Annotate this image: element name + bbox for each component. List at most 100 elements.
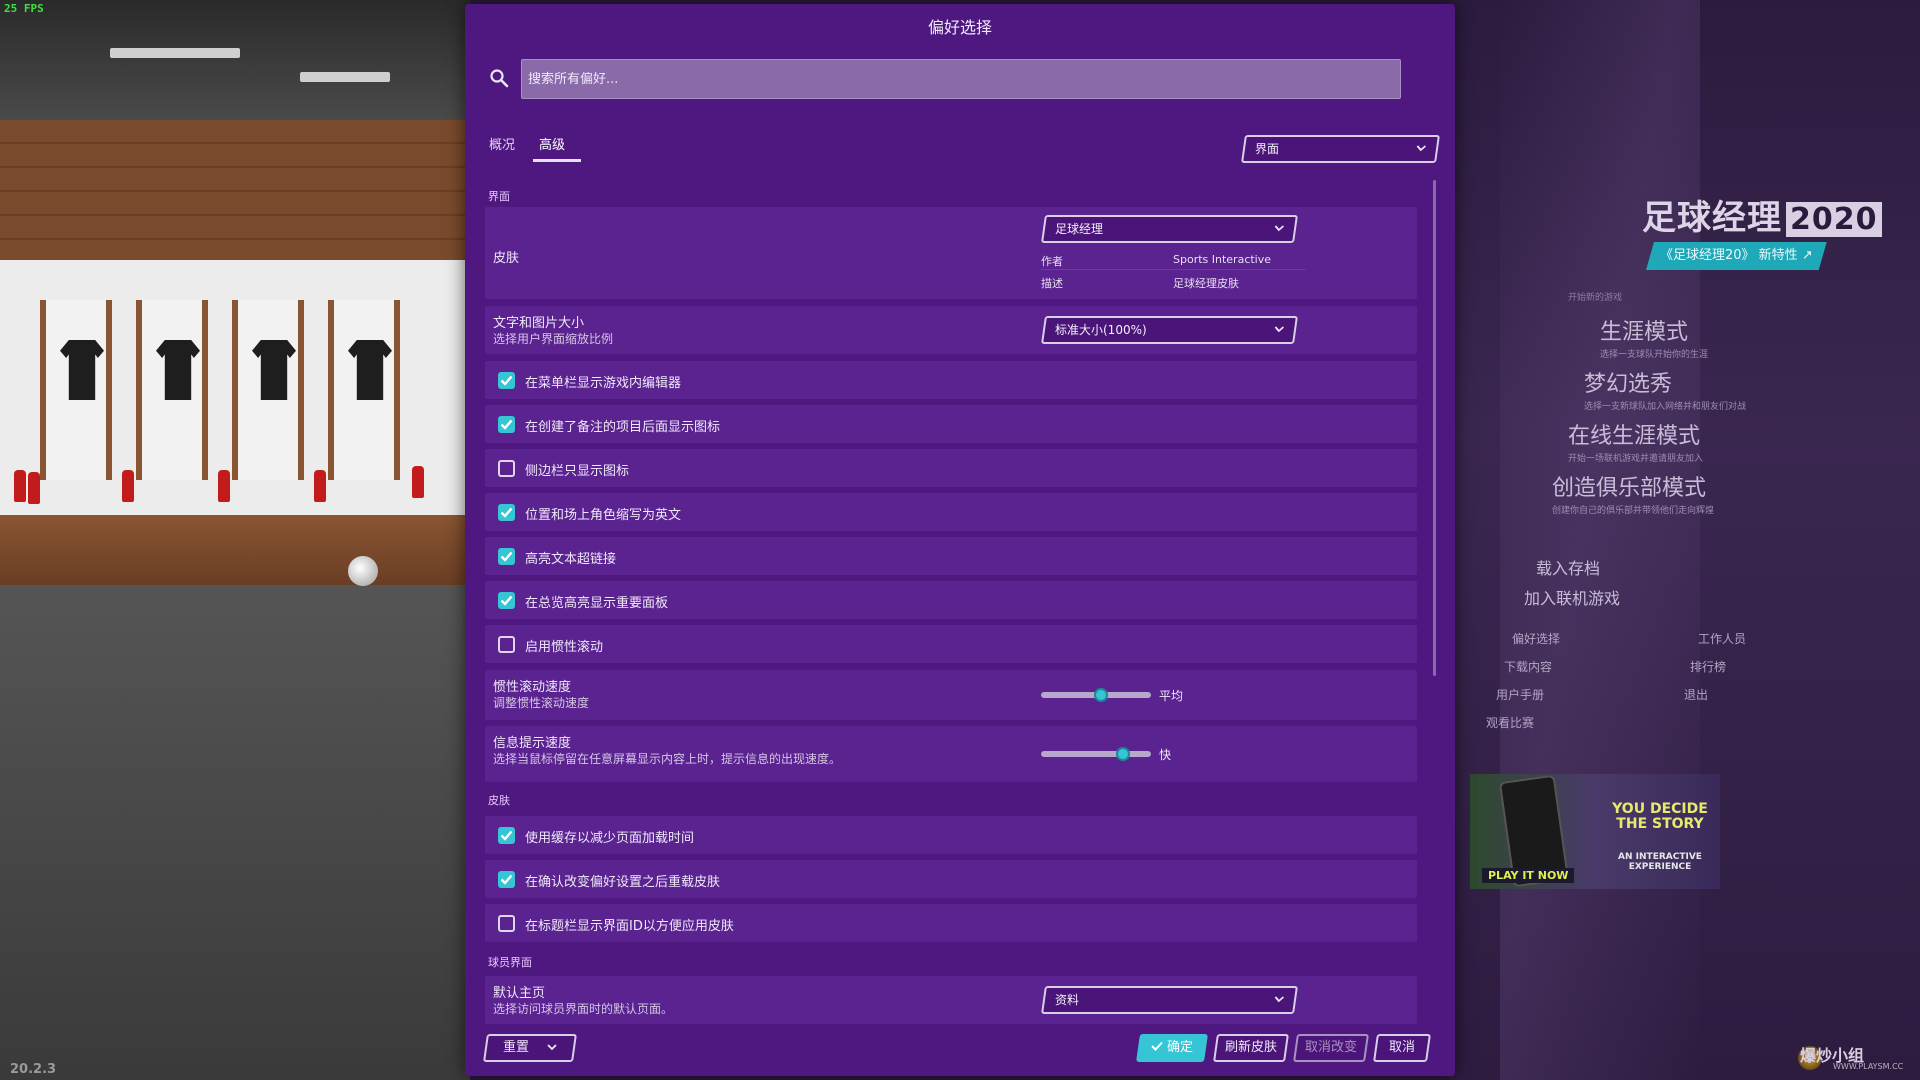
menu-mode-create-club[interactable]: 创造俱乐部模式 创建你自己的俱乐部并带领他们走向辉煌	[1552, 470, 1714, 516]
refresh-skin-button[interactable]: 刷新皮肤	[1213, 1034, 1289, 1062]
menu-preferences[interactable]: 偏好选择	[1512, 630, 1560, 647]
default-home-subtitle: 选择访问球员界面时的默认页面。	[493, 1002, 674, 1016]
promo-subtitle: AN INTERACTIVE EXPERIENCE	[1618, 852, 1702, 872]
menu-load-game[interactable]: 载入存档	[1536, 555, 1600, 579]
checkbox-checked[interactable]	[498, 504, 515, 521]
confirm-button[interactable]: 确定	[1136, 1034, 1208, 1062]
whats-new-button[interactable]: 《足球经理20》 新特性 ↗	[1646, 242, 1827, 270]
floor	[0, 585, 470, 1080]
checkbox-unchecked[interactable]	[498, 915, 515, 932]
skin-author-value: Sports Interactive	[1173, 253, 1272, 266]
mode-subtitle: 开始一场联机游戏并邀请朋友加入	[1568, 454, 1704, 464]
tab-active-indicator	[533, 159, 581, 162]
category-select-value: 界面	[1255, 142, 1280, 156]
skin-row-title: 皮肤	[493, 251, 520, 266]
bottle	[412, 466, 424, 498]
mode-subtitle: 选择一支球队开始你的生涯	[1600, 350, 1709, 360]
checkbox-checked[interactable]	[498, 416, 515, 433]
menu-staff[interactable]: 工作人员	[1698, 630, 1746, 647]
cancel-changes-label: 取消改变	[1304, 1040, 1357, 1055]
menu-join-online[interactable]: 加入联机游戏	[1524, 585, 1620, 609]
tab-overview[interactable]: 概况	[489, 134, 515, 153]
slider-thumb[interactable]	[1116, 747, 1130, 761]
checkbox-row[interactable]: 在总览高亮显示重要面板	[485, 581, 1417, 619]
locker	[232, 300, 304, 480]
inertia-speed-slider[interactable]	[1041, 688, 1151, 702]
locker	[40, 300, 112, 480]
section-label-skin: 皮肤	[488, 794, 510, 807]
checkbox-row[interactable]: 在菜单栏显示游戏内编辑器	[485, 361, 1417, 399]
cancel-button[interactable]: 取消	[1373, 1034, 1431, 1062]
checkbox-row[interactable]: 启用惯性滚动	[485, 625, 1417, 663]
promo-cta: PLAY IT NOW	[1482, 868, 1575, 883]
fps-counter: 25 FPS	[4, 2, 44, 15]
scrollbar[interactable]	[1433, 180, 1436, 676]
category-select[interactable]: 界面	[1241, 135, 1440, 163]
menu-mode-online-career[interactable]: 在线生涯模式 开始一场联机游戏并邀请朋友加入	[1568, 418, 1703, 464]
checkbox-row[interactable]: 位置和场上角色缩写为英文	[485, 493, 1417, 531]
slider-thumb[interactable]	[1094, 688, 1108, 702]
confirm-label: 确定	[1167, 1040, 1194, 1055]
checkbox-checked[interactable]	[498, 548, 515, 565]
menu-mode-fantasy-draft[interactable]: 梦幻选秀 选择一支新球队加入网络并和朋友们对战	[1584, 366, 1746, 412]
locker	[328, 300, 400, 480]
checkbox-label: 使用缓存以减少页面加载时间	[525, 831, 695, 846]
chevron-down-icon	[1414, 137, 1427, 161]
promo-headline: YOU DECIDE THE STORY	[1612, 801, 1708, 832]
checkbox-checked[interactable]	[498, 592, 515, 609]
menu-manual[interactable]: 用户手册	[1496, 686, 1544, 703]
wood-wall	[0, 120, 470, 260]
checkbox-checked[interactable]	[498, 372, 515, 389]
promo-banner[interactable]: PLAY IT NOW YOU DECIDE THE STORY AN INTE…	[1470, 774, 1720, 889]
skin-author-key: 作者	[1041, 255, 1063, 268]
checkbox-row[interactable]: 使用缓存以减少页面加载时间	[485, 816, 1417, 854]
checkbox-row[interactable]: 侧边栏只显示图标	[485, 449, 1417, 487]
menu-quit[interactable]: 退出	[1684, 686, 1708, 703]
watermark-url: WWW.PLAYSM.CC	[1833, 1062, 1904, 1071]
menu-leaderboard[interactable]: 排行榜	[1690, 658, 1726, 675]
search-icon	[489, 68, 511, 90]
tab-advanced[interactable]: 高级	[539, 134, 565, 153]
checkbox-unchecked[interactable]	[498, 636, 515, 653]
checkbox-label: 位置和场上角色缩写为英文	[525, 508, 682, 523]
reset-button[interactable]: 重置	[483, 1034, 577, 1062]
game-logo-year: 2020	[1786, 202, 1882, 237]
inertia-speed-title: 惯性滚动速度	[493, 680, 572, 695]
inertia-speed-row: 惯性滚动速度 调整惯性滚动速度 平均	[485, 670, 1417, 720]
mode-subtitle: 选择一支新球队加入网络并和朋友们对战	[1584, 402, 1747, 412]
default-home-select[interactable]: 资料	[1041, 986, 1298, 1014]
cancel-label: 取消	[1388, 1040, 1415, 1055]
checkbox-row[interactable]: 在标题栏显示界面ID以方便应用皮肤	[485, 904, 1417, 942]
reset-label: 重置	[502, 1040, 529, 1055]
menu-watch-match[interactable]: 观看比赛	[1486, 714, 1534, 731]
checkbox-label: 在菜单栏显示游戏内编辑器	[525, 376, 682, 391]
cancel-changes-button[interactable]: 取消改变	[1293, 1034, 1369, 1062]
checkbox-checked[interactable]	[498, 827, 515, 844]
tooltip-speed-slider[interactable]	[1041, 747, 1151, 761]
tooltip-speed-title: 信息提示速度	[493, 736, 572, 751]
skin-desc-key: 描述	[1041, 277, 1063, 290]
checkbox-checked[interactable]	[498, 871, 515, 888]
mode-subtitle: 创建你自己的俱乐部并带领他们走向辉煌	[1552, 506, 1715, 516]
text-size-select[interactable]: 标准大小(100%)	[1041, 316, 1298, 344]
menu-downloads[interactable]: 下载内容	[1504, 658, 1552, 675]
skin-desc-value: 足球经理皮肤	[1173, 277, 1239, 290]
inertia-speed-subtitle: 调整惯性滚动速度	[493, 696, 590, 710]
skin-select[interactable]: 足球经理	[1041, 215, 1298, 243]
checkbox-row[interactable]: 在确认改变偏好设置之后重载皮肤	[485, 860, 1417, 898]
ceiling-lamp	[110, 48, 240, 58]
checkbox-row[interactable]: 在创建了备注的项目后面显示图标	[485, 405, 1417, 443]
check-icon	[1151, 1036, 1163, 1060]
checkbox-row[interactable]: 高亮文本超链接	[485, 537, 1417, 575]
locker	[136, 300, 208, 480]
search-input[interactable]	[521, 59, 1401, 99]
checkbox-label: 在确认改变偏好设置之后重载皮肤	[525, 875, 721, 890]
menu-mode-career[interactable]: 生涯模式 选择一支球队开始你的生涯	[1600, 314, 1708, 360]
bottle	[28, 472, 40, 504]
ceiling	[0, 0, 470, 120]
divider	[1041, 269, 1306, 270]
checkbox-unchecked[interactable]	[498, 460, 515, 477]
bottle	[14, 470, 26, 502]
section-label-interface: 界面	[488, 190, 510, 203]
version-label: 20.2.3	[10, 1062, 57, 1077]
